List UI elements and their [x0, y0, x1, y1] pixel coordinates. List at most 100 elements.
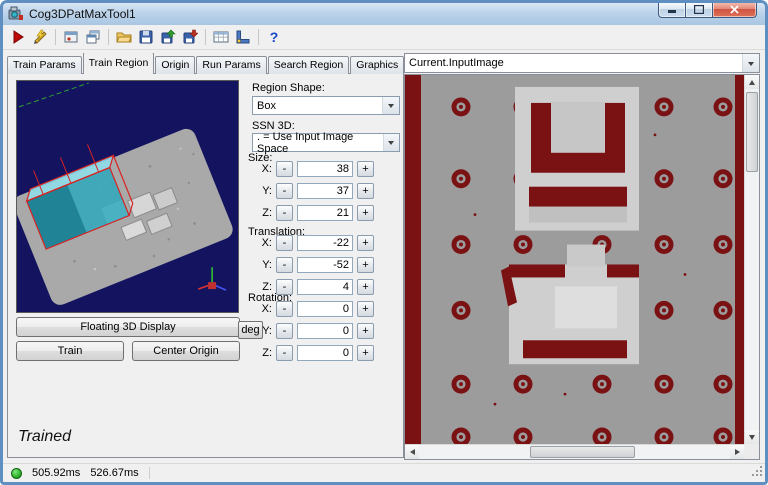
- tab-train-params[interactable]: Train Params: [7, 56, 82, 74]
- tab-run-params[interactable]: Run Params: [196, 56, 267, 74]
- size-z-increment-button[interactable]: +: [357, 205, 374, 221]
- size-x-input[interactable]: [297, 161, 353, 177]
- rotation-x-increment-button[interactable]: +: [357, 301, 374, 317]
- help-glyph: ?: [269, 29, 279, 45]
- size-x-label: X:: [261, 163, 272, 175]
- maximize-icon: [694, 5, 704, 14]
- size-x-row: X: - +: [246, 160, 374, 178]
- tab-origin[interactable]: Origin: [155, 56, 196, 74]
- train-button[interactable]: Train: [16, 341, 124, 361]
- window-title: Cog3DPatMaxTool1: [29, 7, 136, 21]
- translation-x-input[interactable]: [297, 235, 353, 251]
- input-image: [405, 75, 744, 444]
- size-z-row: Z: - +: [246, 204, 374, 222]
- input-image-selector[interactable]: Current.InputImage: [404, 53, 760, 73]
- translation-z-input[interactable]: [297, 279, 353, 295]
- translation-x-row: X: - +: [246, 234, 374, 252]
- toolbar-separator: [258, 29, 259, 45]
- origin-tool-icon[interactable]: [233, 27, 253, 47]
- open-file-icon[interactable]: [114, 27, 134, 47]
- rotation-z-increment-button[interactable]: +: [357, 345, 374, 361]
- center-origin-button[interactable]: Center Origin: [132, 341, 240, 361]
- translation-x-label: X:: [261, 237, 272, 249]
- toolbar: ?: [3, 25, 765, 50]
- train-region-tab-page: Floating 3D Display Train Center Origin …: [7, 73, 404, 458]
- arrow-down-icon: [749, 434, 755, 443]
- rotation-y-increment-button[interactable]: +: [357, 323, 374, 339]
- chevron-down-icon: [382, 97, 399, 114]
- rotation-x-decrement-button[interactable]: -: [276, 301, 293, 317]
- status-separator: [148, 467, 150, 479]
- app-icon: [8, 6, 24, 22]
- chevron-down-icon: [382, 134, 399, 151]
- save-file-icon[interactable]: [136, 27, 156, 47]
- help-icon[interactable]: ?: [264, 27, 284, 47]
- electric-train-icon[interactable]: [30, 27, 50, 47]
- input-image-selector-value: Current.InputImage: [409, 57, 504, 69]
- horizontal-scrollbar[interactable]: [405, 444, 744, 459]
- toolbar-separator: [55, 29, 56, 45]
- tab-train-region[interactable]: Train Region: [82, 53, 155, 74]
- scrollbar-corner: [744, 444, 759, 459]
- size-y-increment-button[interactable]: +: [357, 183, 374, 199]
- rotation-x-row: X: - +: [246, 300, 374, 318]
- floating-window-icon[interactable]: [83, 27, 103, 47]
- rotation-z-decrement-button[interactable]: -: [276, 345, 293, 361]
- run-icon[interactable]: [8, 27, 28, 47]
- load-image-icon[interactable]: [158, 27, 178, 47]
- tab-graphics[interactable]: Graphics: [350, 56, 404, 74]
- translation-z-increment-button[interactable]: +: [357, 279, 374, 295]
- rotation-z-label: Z:: [262, 347, 272, 359]
- resize-grip[interactable]: [752, 466, 763, 480]
- vertical-scroll-thumb[interactable]: [746, 92, 758, 172]
- floating-3d-display-button[interactable]: Floating 3D Display: [16, 317, 240, 337]
- translation-y-increment-button[interactable]: +: [357, 257, 374, 273]
- ssn-3d-select[interactable]: . = Use Input Image Space: [252, 130, 400, 155]
- tab-search-region[interactable]: Search Region: [267, 56, 350, 74]
- translation-y-input[interactable]: [297, 257, 353, 273]
- 3d-scene: [17, 81, 238, 312]
- horizontal-scroll-thumb[interactable]: [530, 446, 635, 458]
- translation-x-decrement-button[interactable]: -: [276, 235, 293, 251]
- scroll-up-button[interactable]: [745, 75, 759, 89]
- arrow-right-icon: [734, 449, 743, 455]
- translation-y-decrement-button[interactable]: -: [276, 257, 293, 273]
- scroll-down-button[interactable]: [745, 430, 759, 444]
- region-shape-select[interactable]: Box: [252, 96, 400, 115]
- ssn-3d-value: . = Use Input Image Space: [257, 130, 354, 155]
- arrow-left-icon: [407, 449, 415, 455]
- 3d-display-viewport[interactable]: [16, 80, 239, 313]
- rotation-x-label: X:: [261, 303, 272, 315]
- scroll-right-button[interactable]: [730, 445, 744, 459]
- size-x-increment-button[interactable]: +: [357, 161, 374, 177]
- rotation-y-decrement-button[interactable]: -: [276, 323, 293, 339]
- status-ok-indicator: [11, 467, 22, 479]
- size-z-decrement-button[interactable]: -: [276, 205, 293, 221]
- title-bar[interactable]: Cog3DPatMaxTool1: [3, 3, 765, 25]
- tab-strip: Train Params Train Region Origin Run Par…: [7, 53, 404, 74]
- input-image-display[interactable]: [405, 75, 744, 444]
- maximize-button[interactable]: [685, 3, 712, 18]
- rotation-z-input[interactable]: [297, 345, 353, 361]
- size-y-decrement-button[interactable]: -: [276, 183, 293, 199]
- close-icon: [730, 5, 739, 14]
- show-record-icon[interactable]: [61, 27, 81, 47]
- size-y-row: Y: - +: [246, 182, 374, 200]
- translation-y-label: Y:: [262, 259, 272, 271]
- size-x-decrement-button[interactable]: -: [276, 161, 293, 177]
- region-shape-label: Region Shape:: [252, 82, 325, 94]
- scroll-left-button[interactable]: [405, 445, 419, 459]
- save-image-icon[interactable]: [180, 27, 200, 47]
- data-grid-icon[interactable]: [211, 27, 231, 47]
- minimize-button[interactable]: [658, 3, 685, 18]
- chevron-down-icon: [742, 54, 759, 72]
- size-y-input[interactable]: [297, 183, 353, 199]
- translation-x-increment-button[interactable]: +: [357, 235, 374, 251]
- rotation-x-input[interactable]: [297, 301, 353, 317]
- arrow-up-icon: [749, 77, 755, 85]
- vertical-scrollbar[interactable]: [744, 75, 759, 444]
- rotation-y-input[interactable]: [297, 323, 353, 339]
- region-shape-value: Box: [257, 99, 276, 112]
- size-z-input[interactable]: [297, 205, 353, 221]
- close-button[interactable]: [712, 3, 757, 18]
